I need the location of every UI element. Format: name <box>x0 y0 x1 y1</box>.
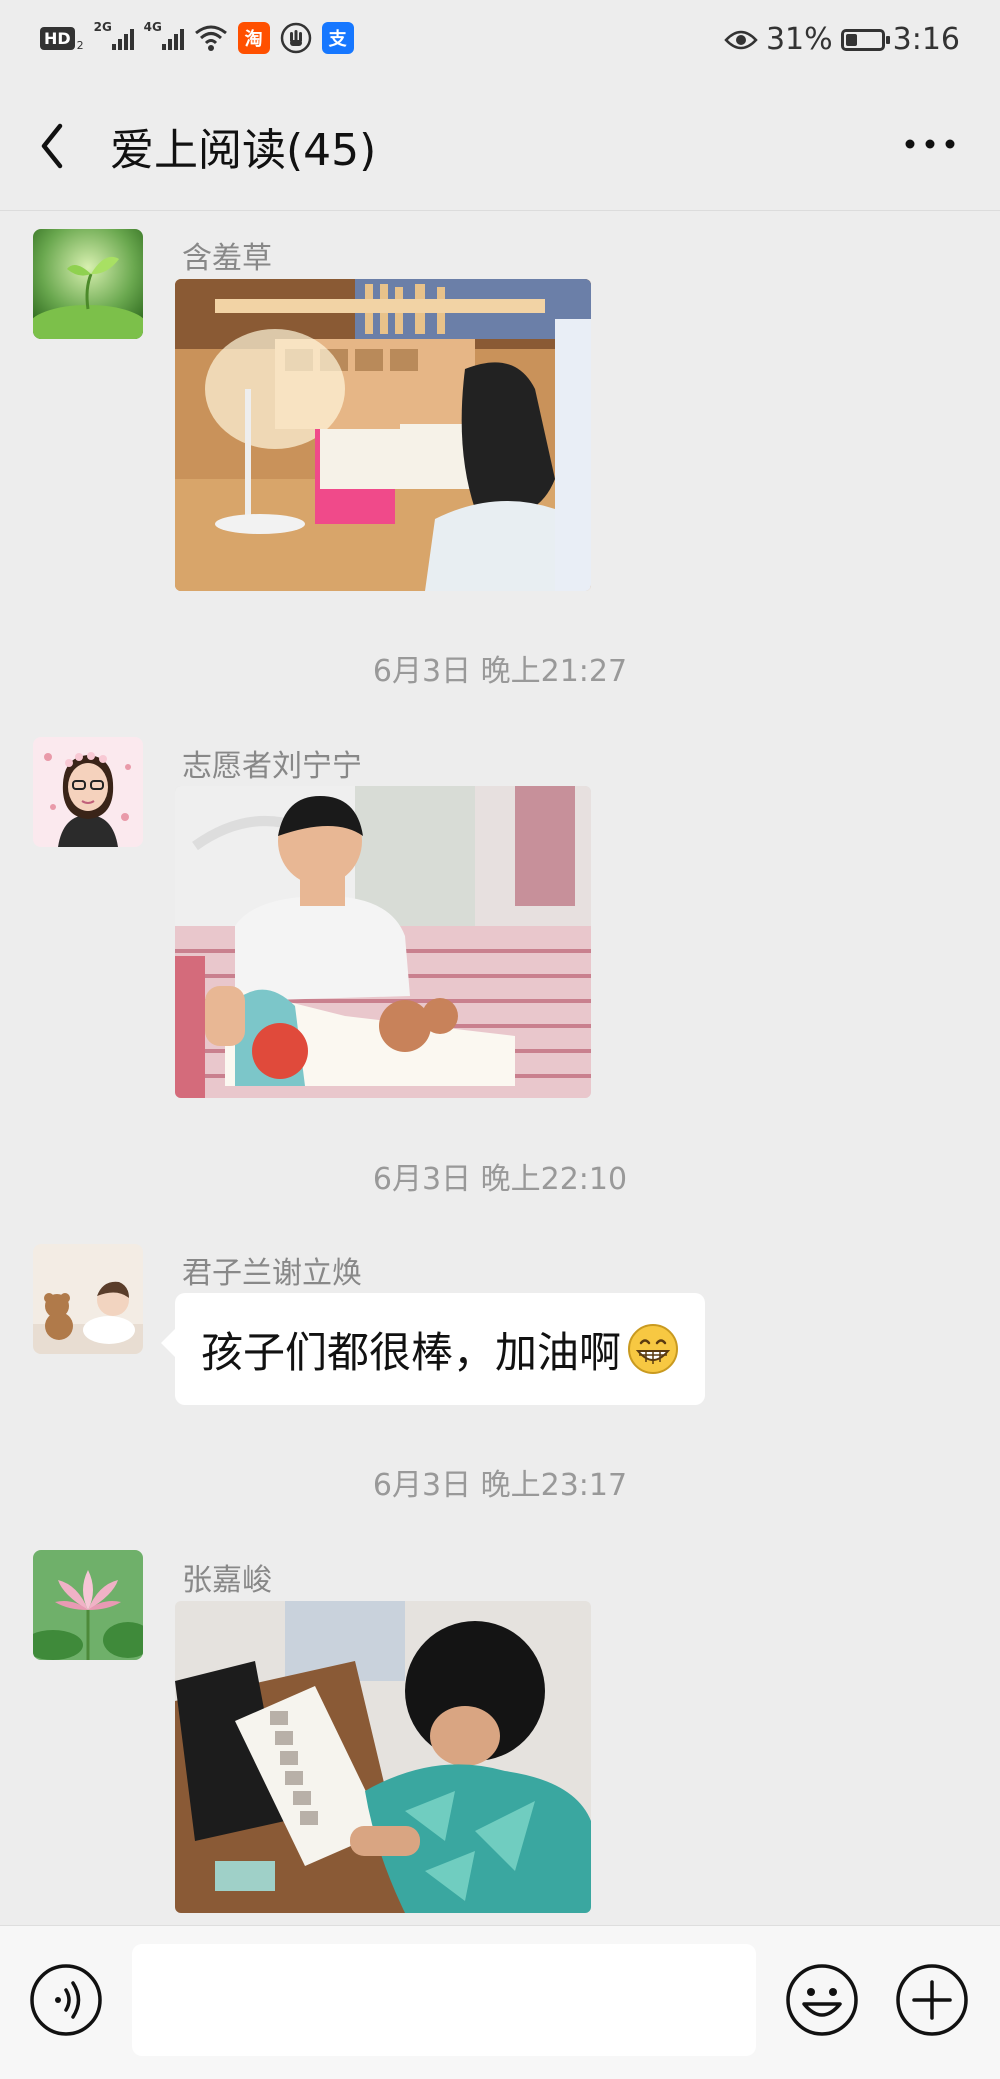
chat-header: 爱上阅读(45) <box>0 80 1000 211</box>
back-arrow-icon[interactable] <box>30 116 80 176</box>
plus-icon[interactable] <box>894 1962 970 2038</box>
battery-icon <box>840 28 890 51</box>
taobao-app-icon: 淘 <box>237 22 270 54</box>
image-message[interactable] <box>175 279 591 591</box>
message-text: 孩子们都很棒，加油啊 <box>201 1327 622 1377</box>
sender-name: 君子兰谢立焕 <box>182 1256 362 1291</box>
grinning-emoji-icon <box>628 1324 679 1374</box>
sender-name: 志愿者刘宁宁 <box>182 749 362 784</box>
sprout-avatar[interactable] <box>33 229 143 339</box>
status-right: 31% 3:16 <box>724 22 960 57</box>
clock: 3:16 <box>892 22 960 57</box>
image-message[interactable] <box>175 1601 591 1913</box>
status-left: HD 2 2G 4G 淘 支 <box>40 20 354 54</box>
hand-icon <box>280 22 311 54</box>
woman-portrait-avatar[interactable] <box>33 737 143 847</box>
alipay-app-icon: 支 <box>321 22 354 54</box>
lotus-avatar[interactable] <box>33 1550 143 1660</box>
timestamp: 6月3日 晚上22:10 <box>372 1162 628 1197</box>
sender-name: 含羞草 <box>182 241 272 276</box>
battery-percent: 31% <box>765 22 833 57</box>
image-message[interactable] <box>175 786 591 1098</box>
timestamp: 6月3日 晚上21:27 <box>372 654 628 689</box>
sender-name: 张嘉峻 <box>182 1563 272 1598</box>
baby-teddy-avatar[interactable] <box>33 1244 143 1354</box>
text-message-bubble[interactable]: 孩子们都很棒，加油啊 <box>160 1293 706 1405</box>
wifi-icon <box>194 25 227 51</box>
chat-input-bar <box>0 1925 1000 2079</box>
message-input[interactable] <box>132 1944 756 2056</box>
more-options-icon[interactable] <box>900 124 960 164</box>
timestamp: 6月3日 晚上23:17 <box>372 1468 628 1503</box>
signal-2g-icon: 2G <box>94 20 134 52</box>
hd-voice-badge: HD <box>40 26 75 50</box>
hd-sim-index: 2 <box>76 38 84 52</box>
eye-icon <box>724 30 758 49</box>
emoji-icon[interactable] <box>784 1962 860 2038</box>
battery-fill <box>845 33 857 46</box>
chat-title: 爱上阅读(45) <box>110 125 377 176</box>
signal-4g-icon: 4G <box>144 20 184 52</box>
voice-input-icon[interactable] <box>28 1962 104 2038</box>
status-bar: HD 2 2G 4G 淘 支 31% 3:16 <box>0 0 1000 80</box>
